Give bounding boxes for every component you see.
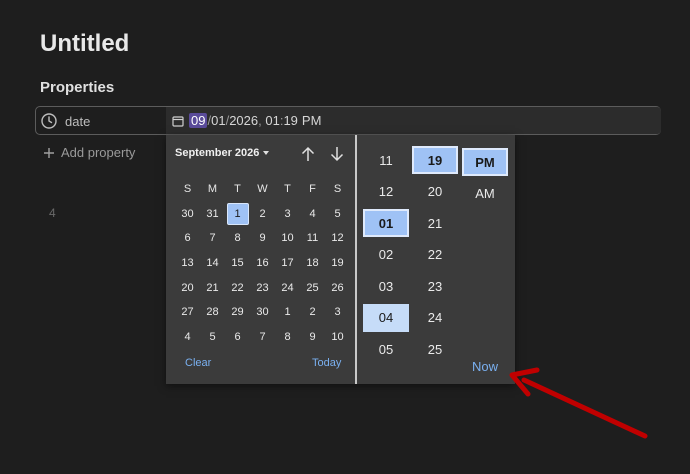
- minute-option[interactable]: 20: [412, 178, 458, 206]
- calendar-day[interactable]: 22: [225, 275, 250, 300]
- calendar-day[interactable]: 12: [325, 226, 350, 251]
- hour-option[interactable]: 03: [363, 272, 409, 300]
- calendar-day[interactable]: 6: [175, 226, 200, 251]
- add-property-button[interactable]: Add property: [43, 145, 135, 160]
- hour-option[interactable]: 11: [363, 146, 409, 174]
- calendar-day[interactable]: 7: [200, 226, 225, 251]
- calendar-day[interactable]: 4: [300, 202, 325, 227]
- calendar-day[interactable]: 29: [225, 300, 250, 325]
- calendar-day[interactable]: 3: [325, 300, 350, 325]
- hour-option[interactable]: 12: [363, 178, 409, 206]
- weekday-header: T: [284, 183, 291, 196]
- minute-option[interactable]: 22: [412, 241, 458, 269]
- day-segment[interactable]: 09: [189, 113, 208, 128]
- clock-icon: [41, 113, 57, 129]
- calendar-day[interactable]: 10: [275, 226, 300, 251]
- calendar-day[interactable]: 7: [250, 325, 275, 350]
- calendar-day[interactable]: 16: [250, 251, 275, 276]
- date-property-row: date 09 / 01 / 2026 , 01 : 19 PM: [35, 106, 661, 135]
- calendar-day[interactable]: 2: [250, 202, 275, 227]
- now-button[interactable]: Now: [472, 359, 498, 374]
- arrow-up-icon: [301, 146, 315, 161]
- calendar-day[interactable]: 8: [225, 226, 250, 251]
- calendar-day[interactable]: 31: [200, 202, 225, 227]
- calendar-day[interactable]: 14: [200, 251, 225, 276]
- calendar-day[interactable]: 27: [175, 300, 200, 325]
- ampm-segment[interactable]: PM: [302, 113, 322, 128]
- weekday-header: W: [257, 183, 268, 196]
- month-segment[interactable]: 01: [211, 113, 225, 128]
- calendar-day[interactable]: 24: [275, 275, 300, 300]
- calendar-day[interactable]: 18: [300, 251, 325, 276]
- minute-option[interactable]: 23: [412, 272, 458, 300]
- calendar-day[interactable]: 2: [300, 300, 325, 325]
- calendar-day[interactable]: 9: [300, 325, 325, 350]
- page-title[interactable]: Untitled: [40, 30, 129, 58]
- calendar-day[interactable]: 30: [175, 202, 200, 227]
- calendar-day[interactable]: 30: [250, 300, 275, 325]
- month-year-dropdown[interactable]: September 2026: [175, 147, 270, 159]
- calendar-day[interactable]: 17: [275, 251, 300, 276]
- next-month-button[interactable]: [328, 145, 346, 163]
- calendar-day[interactable]: 20: [175, 275, 200, 300]
- hour-option[interactable]: 02: [363, 241, 409, 269]
- arrow-down-icon: [330, 147, 344, 162]
- calendar-day[interactable]: 9: [250, 226, 275, 251]
- minute-option[interactable]: 21: [412, 209, 458, 237]
- weekday-header: F: [309, 183, 316, 196]
- calendar-day[interactable]: 25: [300, 275, 325, 300]
- hour-option[interactable]: 05: [363, 335, 409, 363]
- calendar-day[interactable]: 5: [200, 325, 225, 350]
- properties-heading: Properties: [40, 79, 115, 96]
- calendar-day[interactable]: 28: [200, 300, 225, 325]
- hour-option[interactable]: 01: [363, 209, 409, 237]
- calendar-day[interactable]: 1: [225, 202, 250, 227]
- minute-option[interactable]: 24: [412, 304, 458, 332]
- weekday-header: T: [234, 183, 241, 196]
- caret-down-icon: [263, 151, 270, 155]
- plus-icon: [44, 147, 54, 158]
- date-picker-popup: September 2026 S M T W T F S 30 31 1 2 3 4 5 6 7 8 9 10 11 1…: [166, 135, 515, 384]
- separator: ,: [258, 113, 266, 128]
- calendar-icon: [172, 115, 184, 127]
- period-option[interactable]: PM: [462, 148, 508, 176]
- period-option[interactable]: AM: [462, 180, 508, 208]
- clear-button[interactable]: Clear: [185, 357, 211, 369]
- property-key-label: date: [65, 113, 91, 129]
- add-property-label: Add property: [61, 145, 136, 160]
- calendar-day[interactable]: 10: [325, 325, 350, 350]
- calendar-day[interactable]: 15: [225, 251, 250, 276]
- property-key[interactable]: date: [41, 112, 90, 130]
- calendar-day[interactable]: 19: [325, 251, 350, 276]
- year-segment[interactable]: 2026: [229, 113, 258, 128]
- calendar-grid: S M T W T F S 30 31 1 2 3 4 5 6 7 8 9 10 11 12 13 14 15 16 17 18 19…: [175, 177, 350, 349]
- calendar-day[interactable]: 5: [325, 202, 350, 227]
- hour-segment[interactable]: 01: [265, 113, 279, 128]
- calendar-day[interactable]: 8: [275, 325, 300, 350]
- calendar-day[interactable]: 4: [175, 325, 200, 350]
- date-value-input[interactable]: 09 / 01 / 2026 , 01 : 19 PM: [166, 107, 661, 134]
- calendar-day[interactable]: 21: [200, 275, 225, 300]
- hour-option[interactable]: 04: [363, 303, 409, 332]
- calendar-day[interactable]: 23: [250, 275, 275, 300]
- minute-option[interactable]: 19: [412, 146, 458, 174]
- month-year-label: September 2026: [175, 147, 260, 159]
- calendar-day[interactable]: 3: [275, 202, 300, 227]
- calendar-panel: September 2026 S M T W T F S 30 31 1 2 3 4 5 6 7 8 9 10 11 1…: [166, 135, 357, 384]
- weekday-header: S: [183, 183, 192, 196]
- weekday-header: M: [207, 183, 218, 196]
- weekday-header: S: [333, 183, 342, 196]
- calendar-day[interactable]: 13: [175, 251, 200, 276]
- line-number: 4: [49, 206, 56, 220]
- calendar-day[interactable]: 26: [325, 275, 350, 300]
- today-button[interactable]: Today: [312, 357, 341, 369]
- calendar-day[interactable]: 1: [275, 300, 300, 325]
- previous-month-button[interactable]: [299, 145, 317, 163]
- minute-option[interactable]: 25: [412, 335, 458, 363]
- calendar-day[interactable]: 11: [300, 226, 325, 251]
- calendar-day[interactable]: 6: [225, 325, 250, 350]
- minute-segment[interactable]: 19: [283, 113, 297, 128]
